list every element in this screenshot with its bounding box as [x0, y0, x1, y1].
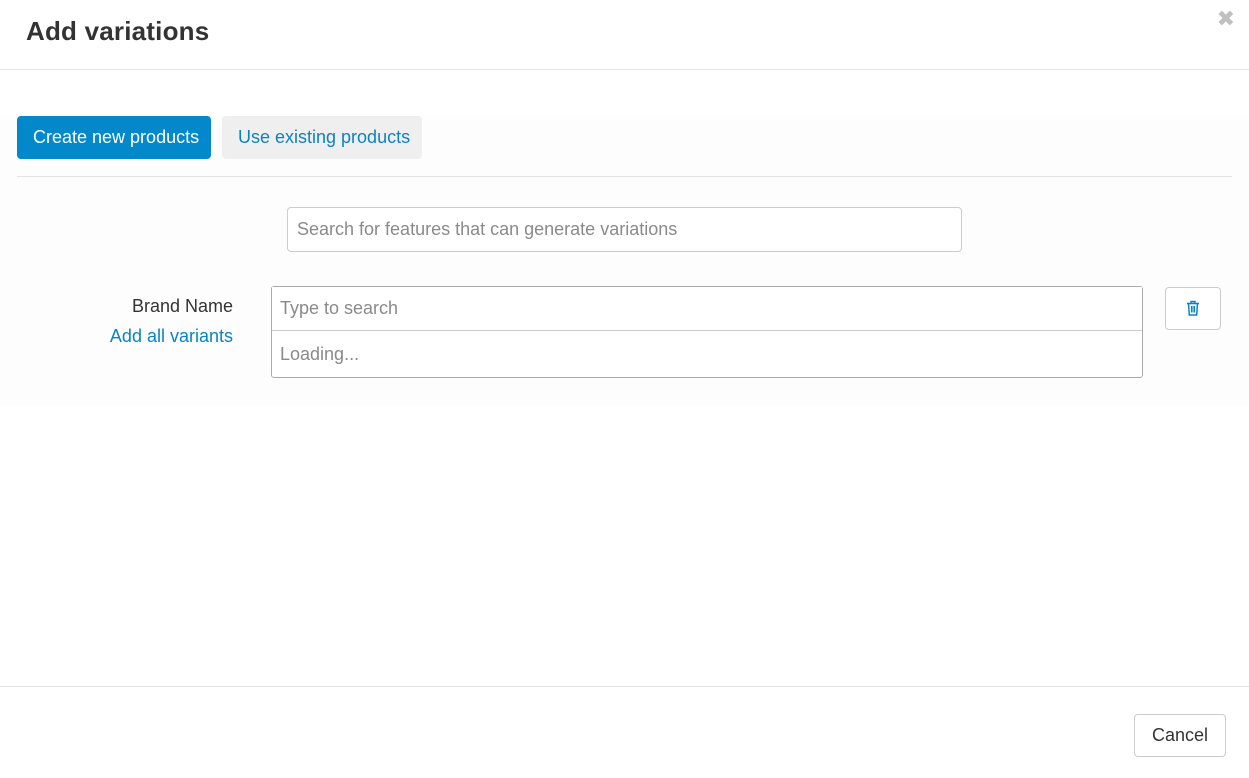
dialog-title: Add variations — [26, 16, 210, 46]
tab-create-new-products[interactable]: Create new products — [17, 116, 211, 159]
cancel-button[interactable]: Cancel — [1134, 714, 1226, 757]
loading-message: Loading... — [280, 344, 360, 364]
delete-feature-button[interactable] — [1165, 287, 1221, 330]
dialog-footer: Cancel — [0, 686, 1249, 778]
trash-icon — [1187, 300, 1199, 316]
dialog-body: Create new products Use existing product… — [0, 71, 1249, 686]
dialog-header: Add variations ✖ — [0, 0, 1249, 70]
feature-search-input[interactable] — [287, 207, 962, 252]
variant-search-input[interactable] — [272, 287, 1142, 331]
variant-select-dropdown: Loading... — [271, 286, 1143, 378]
tabs-divider — [17, 176, 1232, 177]
add-variations-dialog: Add variations ✖ Create new products Use… — [0, 0, 1249, 778]
tab-use-existing-products[interactable]: Use existing products — [222, 116, 422, 159]
add-all-variants-link[interactable]: Add all variants — [110, 326, 233, 347]
feature-label-brand-name: Brand Name — [131, 296, 233, 316]
close-icon[interactable]: ✖ — [1217, 8, 1235, 30]
